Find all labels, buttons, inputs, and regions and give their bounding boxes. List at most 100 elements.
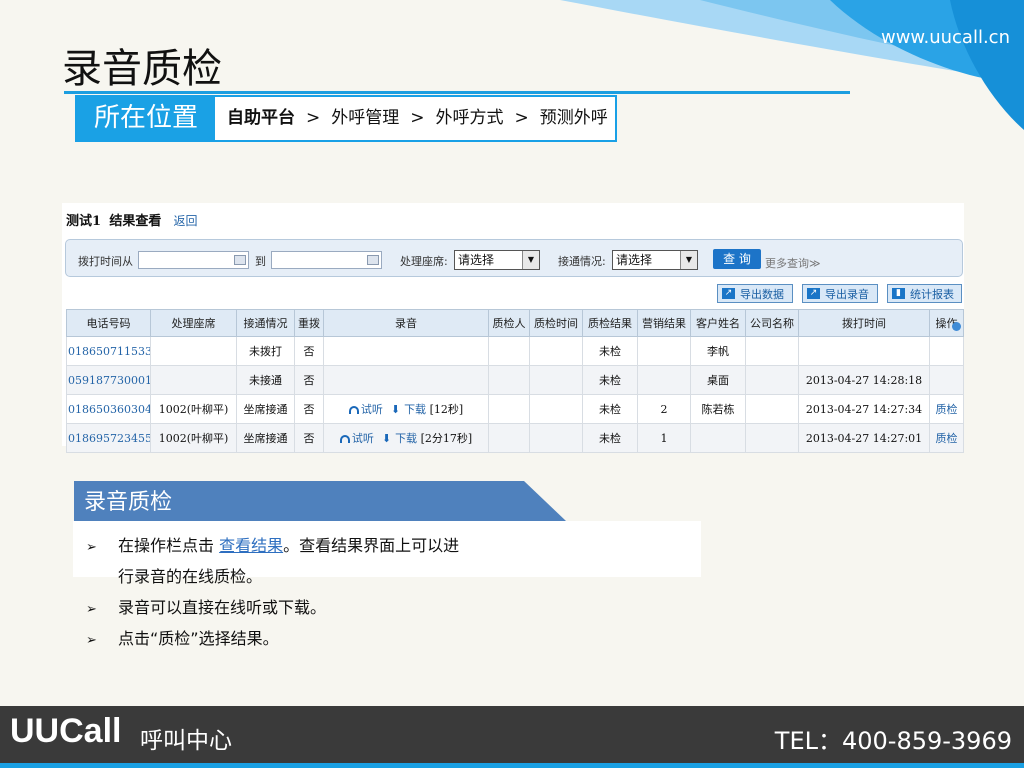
location-label: 所在位置 xyxy=(77,97,215,140)
cell-sales-result xyxy=(637,336,691,366)
cell-action[interactable] xyxy=(929,365,964,395)
result-view-panel: 测试1 结果查看 返回 拨打时间从 到 处理座席: 请选择 ▼ 接通情况: 请选择… xyxy=(62,203,964,453)
bullet-2: ➢ 录音可以直接在线听或下载。 xyxy=(86,594,326,618)
crumb-separator: > xyxy=(410,108,425,128)
site-url: www.uucall.cn xyxy=(880,27,1010,48)
seat-select[interactable]: 请选择 ▼ xyxy=(454,250,540,270)
chevron-down-icon: ▼ xyxy=(680,251,697,269)
cell-call-time xyxy=(798,336,930,366)
listen-link[interactable]: 试听 xyxy=(339,432,374,445)
col-inspector[interactable]: 质检人 xyxy=(488,309,530,337)
task-name: 测试1 xyxy=(66,214,102,229)
col-qc-result[interactable]: 质检结果 xyxy=(582,309,638,337)
query-button[interactable]: 查 询 xyxy=(713,249,761,269)
crumb-outbound-mode[interactable]: 外呼方式 xyxy=(436,108,504,128)
cell-phone: 018650711533 xyxy=(66,336,151,366)
cell-recording: 试听 ⬇ 下载 [12秒] xyxy=(323,394,489,424)
breadcrumb: 自助平台 > 外呼管理 > 外呼方式 > 预测外呼 xyxy=(227,97,608,140)
inspect-action-link[interactable]: 质检 xyxy=(929,423,964,453)
time-from-input[interactable] xyxy=(138,251,249,269)
headphones-icon xyxy=(339,435,350,443)
cell-call-time: 2013-04-27 14:27:34 xyxy=(798,394,930,424)
cell-sales-result: 2 xyxy=(637,394,691,424)
back-link[interactable]: 返回 xyxy=(173,214,197,228)
brand-logo: UUCall xyxy=(10,712,122,750)
crumb-predictive-dial[interactable]: 预测外呼 xyxy=(540,108,608,128)
status-select-value: 请选择 xyxy=(616,253,653,267)
export-data-button[interactable]: ↗ 导出数据 xyxy=(717,284,793,303)
bar-chart-icon: ▮ xyxy=(892,288,905,299)
stats-report-button[interactable]: ▮ 统计报表 xyxy=(887,284,962,303)
arrow-bullet-icon: ➢ xyxy=(86,633,97,648)
cell-phone: 059187730001 xyxy=(66,365,151,395)
section-title: 录音质检 xyxy=(84,490,173,515)
chevron-down-icon: ▼ xyxy=(522,251,539,269)
crumb-outbound-mgmt[interactable]: 外呼管理 xyxy=(331,108,399,128)
filter-bar: 拨打时间从 到 处理座席: 请选择 ▼ 接通情况: 请选择 ▼ 查 询 更多查询≫ xyxy=(65,239,963,277)
table-header-row: 电话号码 处理座席 接通情况 重拨 录音 质检人 质检时间 质检结果 营销结果 … xyxy=(66,309,964,337)
bullet-1-prefix: 在操作栏点击 xyxy=(118,536,220,555)
cell-recording xyxy=(323,336,489,366)
status-select[interactable]: 请选择 ▼ xyxy=(612,250,698,270)
col-company[interactable]: 公司名称 xyxy=(745,309,799,337)
status-label: 接通情况: xyxy=(558,255,606,268)
title-divider xyxy=(64,91,850,94)
cell-status: 未接通 xyxy=(236,365,295,395)
download-icon: ⬇ xyxy=(381,432,392,445)
arrow-bullet-icon: ➢ xyxy=(86,602,97,617)
col-sales-result[interactable]: 营销结果 xyxy=(637,309,691,337)
seat-select-value: 请选择 xyxy=(458,253,495,267)
cell-customer: 桌面 xyxy=(690,365,746,395)
view-title: 结果查看 xyxy=(109,214,162,229)
cell-inspector xyxy=(488,394,530,424)
cell-redial: 否 xyxy=(294,336,324,366)
table-row: 018695723455 1002(叶柳平) 坐席接通 否 试听 ⬇ 下载 [2分1… xyxy=(66,423,964,453)
cell-seat xyxy=(150,336,237,366)
inspect-action-link[interactable]: 质检 xyxy=(929,394,964,424)
cell-recording xyxy=(323,365,489,395)
cell-company xyxy=(745,365,799,395)
view-results-link[interactable]: 查看结果 xyxy=(219,536,283,555)
crumb-self-service[interactable]: 自助平台 xyxy=(227,108,295,128)
col-seat[interactable]: 处理座席 xyxy=(150,309,237,337)
download-icon: ⬇ xyxy=(390,403,401,416)
cell-qc-time xyxy=(529,394,583,424)
col-action[interactable]: 操作 xyxy=(929,309,964,337)
col-status[interactable]: 接通情况 xyxy=(236,309,295,337)
cell-seat: 1002(叶柳平) xyxy=(150,423,237,453)
recording-duration: [2分17秒] xyxy=(420,432,473,445)
settings-icon[interactable] xyxy=(952,322,961,331)
cell-redial: 否 xyxy=(294,423,324,453)
stats-report-label: 统计报表 xyxy=(910,288,954,301)
results-table: 电话号码 处理座席 接通情况 重拨 录音 质检人 质检时间 质检结果 营销结果 … xyxy=(66,309,964,453)
export-data-label: 导出数据 xyxy=(740,288,784,301)
cell-call-time: 2013-04-27 14:27:01 xyxy=(798,423,930,453)
seat-label: 处理座席: xyxy=(400,255,448,268)
footer-bar: UUCall 呼叫中心 TEL：400-859-3969 xyxy=(0,706,1024,768)
col-qc-time[interactable]: 质检时间 xyxy=(529,309,583,337)
col-redial[interactable]: 重拨 xyxy=(294,309,324,337)
download-link[interactable]: 下载 xyxy=(395,432,417,445)
calendar-icon[interactable] xyxy=(234,255,246,265)
calendar-icon[interactable] xyxy=(367,255,379,265)
crumb-separator: > xyxy=(514,108,529,128)
col-phone[interactable]: 电话号码 xyxy=(66,309,151,337)
more-query-link[interactable]: 更多查询≫ xyxy=(765,255,821,271)
listen-link[interactable]: 试听 xyxy=(348,403,383,416)
bullet-3: ➢ 点击“质检”选择结果。 xyxy=(86,625,279,649)
download-link[interactable]: 下载 xyxy=(404,403,426,416)
cell-action[interactable] xyxy=(929,336,964,366)
cell-qc-result: 未检 xyxy=(582,423,638,453)
time-to-input[interactable] xyxy=(271,251,382,269)
col-recording[interactable]: 录音 xyxy=(323,309,489,337)
bullet-2-text: 录音可以直接在线听或下载。 xyxy=(118,598,327,617)
col-call-time[interactable]: 拨打时间 xyxy=(798,309,930,337)
col-customer[interactable]: 客户姓名 xyxy=(690,309,746,337)
cell-company xyxy=(745,394,799,424)
export-recording-button[interactable]: ↗ 导出录音 xyxy=(802,284,878,303)
location-breadcrumb: 所在位置 自助平台 > 外呼管理 > 外呼方式 > 预测外呼 xyxy=(75,95,617,142)
export-recording-label: 导出录音 xyxy=(825,288,869,301)
cell-qc-time xyxy=(529,336,583,366)
slide-title: 录音质检 xyxy=(62,46,222,92)
cell-inspector xyxy=(488,423,530,453)
